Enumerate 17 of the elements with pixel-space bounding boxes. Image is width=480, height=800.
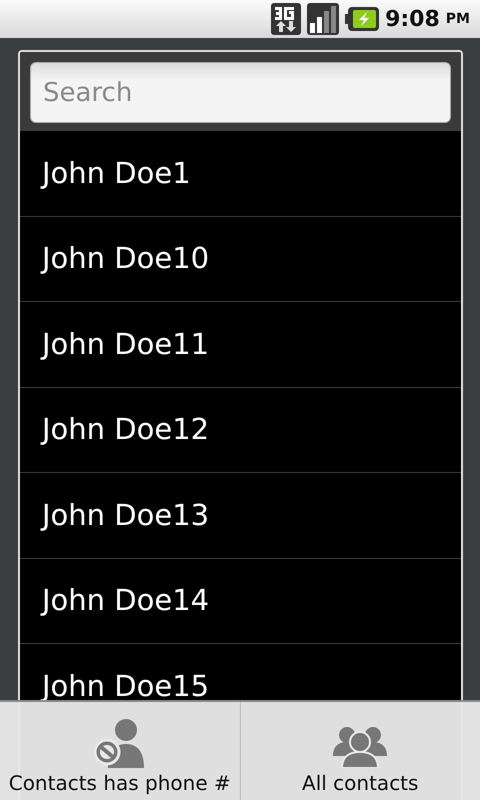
clock-period: PM — [446, 10, 470, 28]
contact-name[interactable]: John Doe10 — [42, 237, 210, 280]
network-3g-icon — [271, 3, 302, 35]
menu-label: Contacts has phone # — [8, 770, 231, 797]
contact-name[interactable]: John Doe12 — [42, 408, 210, 452]
menu-item[interactable]: All contacts — [240, 702, 480, 800]
contact-name[interactable]: John Doe13 — [42, 494, 210, 537]
battery-charging-icon — [345, 7, 380, 31]
contact-name[interactable]: John Doe1 — [42, 152, 191, 195]
menu-label: All contacts — [302, 770, 418, 797]
contact-name[interactable]: John Doe14 — [42, 579, 210, 622]
signal-icon — [307, 3, 340, 35]
menu-item[interactable]: Contacts has phone # — [0, 702, 240, 800]
people-group-icon — [333, 726, 388, 768]
clock-time: 9:08 — [385, 6, 440, 34]
contact-name[interactable]: John Doe11 — [42, 322, 210, 366]
search-field[interactable]: Search — [30, 62, 451, 123]
